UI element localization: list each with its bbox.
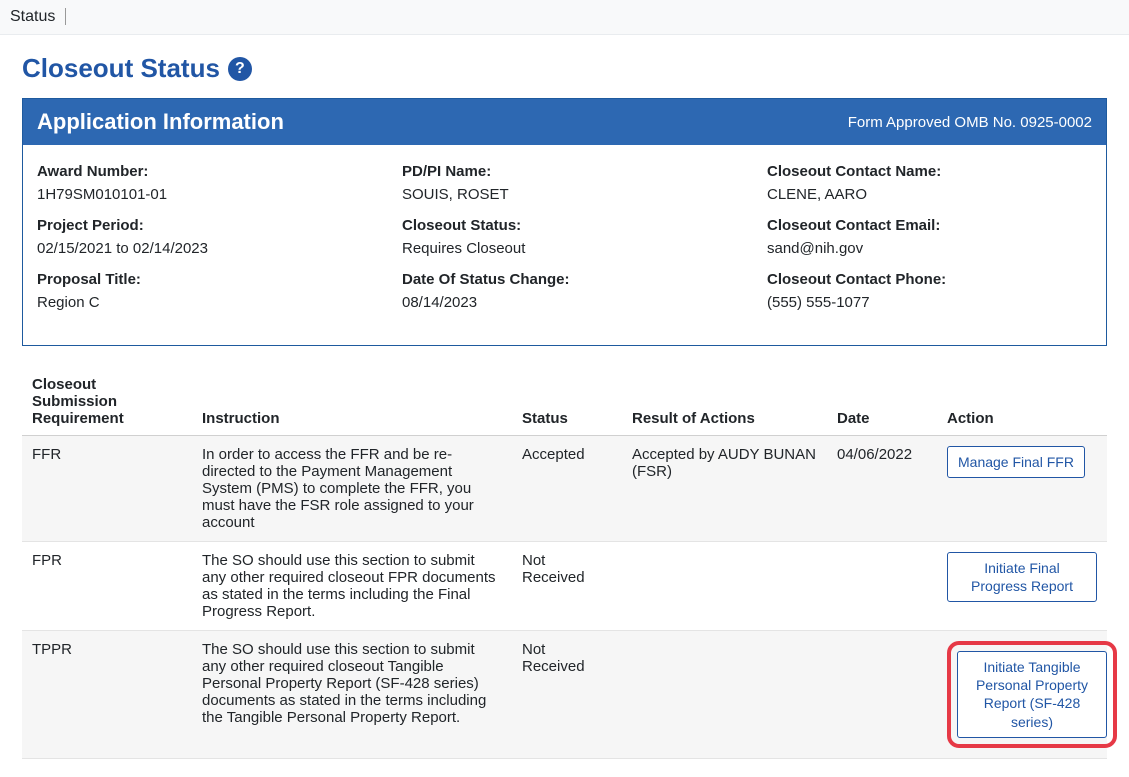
closeout-status-block: Closeout Status: Requires Closeout: [402, 217, 727, 257]
closeout-status-value: Requires Closeout: [402, 240, 727, 257]
table-header-row: Closeout Submission Requirement Instruct…: [22, 368, 1107, 436]
cell-action: Initiate Tangible Personal Property Repo…: [937, 631, 1107, 759]
th-action: Action: [937, 368, 1107, 436]
cell-result: [622, 542, 827, 631]
status-change-date-block: Date Of Status Change: 08/14/2023: [402, 271, 727, 311]
cell-result: [622, 631, 827, 759]
info-col-1: Award Number: 1H79SM010101-01 Project Pe…: [37, 163, 362, 325]
cell-status: Not Received: [512, 542, 622, 631]
panel-header-omb: Form Approved OMB No. 0925-0002: [848, 114, 1092, 131]
cell-instruction: The SO should use this section to submit…: [192, 542, 512, 631]
initiate-tppr-button[interactable]: Initiate Tangible Personal Property Repo…: [957, 651, 1107, 738]
closeout-contact-name-value: CLENE, AARO: [767, 186, 1092, 203]
cell-action: Manage Final FFR: [937, 436, 1107, 542]
top-bar-title: Status: [10, 8, 66, 25]
highlight-ring: Initiate Tangible Personal Property Repo…: [947, 641, 1117, 748]
page-title-row: Closeout Status ?: [22, 53, 1107, 84]
cell-action: Initiate Final Progress Report: [937, 542, 1107, 631]
cell-status: Accepted: [512, 436, 622, 542]
th-status: Status: [512, 368, 622, 436]
panel-body: Award Number: 1H79SM010101-01 Project Pe…: [23, 145, 1106, 345]
initiate-final-progress-report-button[interactable]: Initiate Final Progress Report: [947, 552, 1097, 602]
table-row-fpr: FPR The SO should use this section to su…: [22, 542, 1107, 631]
th-instruction: Instruction: [192, 368, 512, 436]
manage-final-ffr-button[interactable]: Manage Final FFR: [947, 446, 1085, 478]
project-period-block: Project Period: 02/15/2021 to 02/14/2023: [37, 217, 362, 257]
cell-result: Accepted by AUDY BUNAN (FSR): [622, 436, 827, 542]
main-content: Closeout Status ? Application Informatio…: [0, 35, 1129, 777]
pdpi-name-value: SOUIS, ROSET: [402, 186, 727, 203]
th-date: Date: [827, 368, 937, 436]
panel-header-title: Application Information: [37, 109, 284, 135]
status-change-date-value: 08/14/2023: [402, 294, 727, 311]
cell-date: [827, 631, 937, 759]
table-row-tppr: TPPR The SO should use this section to s…: [22, 631, 1107, 759]
status-change-date-label: Date Of Status Change:: [402, 271, 727, 288]
award-number-label: Award Number:: [37, 163, 362, 180]
closeout-contact-phone-block: Closeout Contact Phone: (555) 555-1077: [767, 271, 1092, 311]
closeout-submission-table: Closeout Submission Requirement Instruct…: [22, 368, 1107, 759]
page-title: Closeout Status: [22, 53, 220, 84]
proposal-title-value: Region C: [37, 294, 362, 311]
proposal-title-label: Proposal Title:: [37, 271, 362, 288]
cell-instruction: The SO should use this section to submit…: [192, 631, 512, 759]
closeout-status-label: Closeout Status:: [402, 217, 727, 234]
closeout-contact-phone-value: (555) 555-1077: [767, 294, 1092, 311]
closeout-contact-phone-label: Closeout Contact Phone:: [767, 271, 1092, 288]
help-icon[interactable]: ?: [228, 57, 252, 81]
cell-status: Not Received: [512, 631, 622, 759]
award-number-value: 1H79SM010101-01: [37, 186, 362, 203]
panel-header: Application Information Form Approved OM…: [23, 99, 1106, 145]
closeout-contact-email-value: sand@nih.gov: [767, 240, 1092, 257]
top-bar: Status: [0, 0, 1129, 35]
proposal-title-block: Proposal Title: Region C: [37, 271, 362, 311]
project-period-label: Project Period:: [37, 217, 362, 234]
th-result: Result of Actions: [622, 368, 827, 436]
cell-requirement: FPR: [22, 542, 192, 631]
closeout-contact-email-label: Closeout Contact Email:: [767, 217, 1092, 234]
closeout-contact-name-label: Closeout Contact Name:: [767, 163, 1092, 180]
pdpi-name-label: PD/PI Name:: [402, 163, 727, 180]
project-period-value: 02/15/2021 to 02/14/2023: [37, 240, 362, 257]
closeout-contact-email-block: Closeout Contact Email: sand@nih.gov: [767, 217, 1092, 257]
application-info-panel: Application Information Form Approved OM…: [22, 98, 1107, 346]
info-col-3: Closeout Contact Name: CLENE, AARO Close…: [767, 163, 1092, 325]
cell-date: [827, 542, 937, 631]
cell-requirement: FFR: [22, 436, 192, 542]
pdpi-name-block: PD/PI Name: SOUIS, ROSET: [402, 163, 727, 203]
cell-date: 04/06/2022: [827, 436, 937, 542]
cell-requirement: TPPR: [22, 631, 192, 759]
table-row-ffr: FFR In order to access the FFR and be re…: [22, 436, 1107, 542]
closeout-contact-name-block: Closeout Contact Name: CLENE, AARO: [767, 163, 1092, 203]
th-requirement: Closeout Submission Requirement: [22, 368, 192, 436]
cell-instruction: In order to access the FFR and be re-dir…: [192, 436, 512, 542]
award-number-block: Award Number: 1H79SM010101-01: [37, 163, 362, 203]
info-col-2: PD/PI Name: SOUIS, ROSET Closeout Status…: [402, 163, 727, 325]
